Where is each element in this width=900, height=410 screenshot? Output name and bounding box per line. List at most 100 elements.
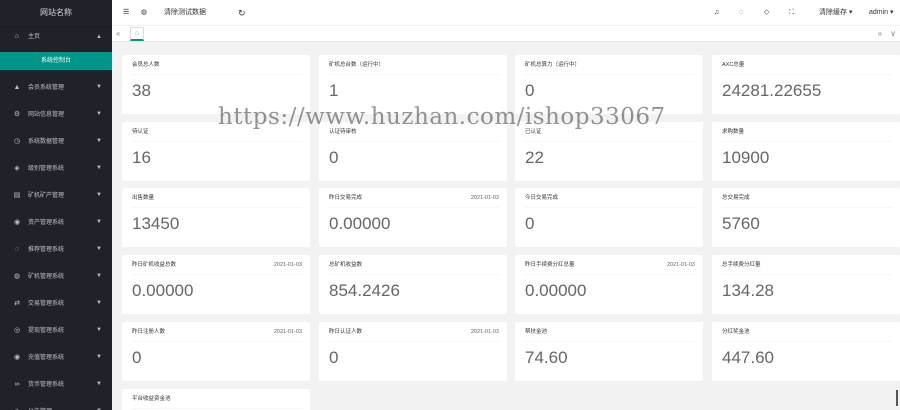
tab-menu-icon[interactable]: ∨ (890, 26, 896, 42)
tab-next-icon[interactable]: » (878, 26, 882, 42)
card-label: 昨日交易完成 (329, 195, 363, 201)
stat-card: 总矿机收益数 854.2426 (319, 255, 507, 314)
card-value: 0 (132, 348, 142, 367)
sidebar-item-icon: ∞ (14, 381, 20, 388)
card-label: 待认证 (132, 129, 149, 135)
tab-prev-icon[interactable]: « (116, 26, 120, 42)
scrollbar[interactable] (896, 390, 898, 406)
caret-down-icon: ▼ (96, 192, 102, 198)
home-icon: ⌂ (14, 33, 20, 40)
sidebar-item-label: 提现管理系统 (28, 328, 65, 334)
tag-icon[interactable]: ◇ (764, 0, 769, 26)
sidebar-item[interactable]: ◍ 矿机管理系统 ▼ (0, 263, 112, 290)
stat-card: 认证待审核 0 (319, 122, 507, 181)
stat-card: 总手续费分红量 134.28 (712, 255, 900, 314)
fullscreen-icon[interactable]: ⛶ (789, 0, 794, 26)
clear-cache-dropdown[interactable]: 清除缓存 ▾ (819, 0, 852, 26)
card-date: 2021-01-03 (273, 262, 302, 268)
sidebar-item-icon: ◷ (13, 138, 21, 145)
card-label: 矿机总台数（运行中） (329, 62, 385, 68)
stat-card: 矿机总算力（运行中） 0 (515, 55, 703, 114)
card-value: 38 (132, 81, 151, 100)
user-menu[interactable]: admin ▾ (869, 0, 894, 26)
sidebar-item-icon: ▤ (13, 192, 21, 199)
sidebar-item-icon: ◌ (14, 246, 20, 253)
stat-card: 帮扶金池 74.60 (515, 322, 703, 381)
menu-toggle-icon[interactable]: ☰ (123, 0, 129, 26)
card-date: 2021-01-03 (470, 329, 499, 335)
card-label: 帮扶金池 (525, 329, 548, 335)
sidebar-item[interactable]: ∞ 货币管理系统 ▼ (0, 371, 112, 398)
clear-test-data-button[interactable]: 清除测试数据 (164, 0, 206, 26)
sidebar-item[interactable]: ◉ 资产管理系统 ▼ (0, 209, 112, 236)
stat-card: 昨日手续费分红总量 2021-01-03 0.00000 (515, 255, 703, 314)
sidebar-subitem-console[interactable]: 系统控制台 (0, 52, 112, 70)
sidebar-item[interactable]: ◌ 推荐管理系统 ▼ (0, 236, 112, 263)
card-header: AXC总量 (722, 55, 892, 75)
card-value: 0.00000 (329, 214, 391, 233)
sidebar-item-label: 矿机管理系统 (28, 274, 65, 280)
tab-home[interactable]: ⌂ (130, 27, 144, 41)
card-date: 2021-01-03 (273, 329, 302, 335)
card-header: 总交易完成 (722, 188, 892, 208)
sidebar-item[interactable]: ◎ 提现管理系统 ▼ (0, 317, 112, 344)
sidebar-item-icon: ⇄ (14, 300, 20, 307)
website-globe-icon[interactable]: ◍ (141, 0, 147, 26)
sidebar-nav-list: ▲ 会员系统管理 ▼ ⚙ 网站信息管理 ▼ ◷ 系统数据管理 ▼ ◈ 级别管理系统 ▼ ▤ 矿机矿产管理 ▼… (0, 74, 112, 410)
card-header: 帮扶金池 (525, 322, 695, 342)
caret-down-icon: ▼ (96, 246, 102, 252)
card-label: 分红奖金池 (722, 329, 750, 335)
sidebar-item-label: 系统数据管理 (28, 139, 65, 145)
sidebar-item[interactable]: ◇公告管理▼ (0, 398, 112, 410)
caret-down-icon: ▼ (96, 398, 102, 410)
stat-card: 总交易完成 5760 (712, 188, 900, 247)
card-header: 昨日认证人数 2021-01-03 (329, 322, 499, 342)
stat-card: 昨日矿机收益总数 2021-01-03 0.00000 (122, 255, 310, 314)
sidebar-item[interactable]: ⚙ 网站信息管理 ▼ (0, 101, 112, 128)
card-header: 总矿机收益数 (329, 255, 499, 275)
card-header: 平台收益资金池 (132, 389, 302, 409)
caret-down-icon: ▼ (96, 111, 102, 117)
refresh-icon[interactable]: ↻ (238, 0, 246, 26)
sidebar-item-icon: ▲ (13, 84, 21, 91)
tab-bar: « ⌂ » ∨ (112, 26, 900, 42)
card-label: 会员总人数 (132, 62, 160, 68)
card-label: 昨日认证人数 (329, 329, 363, 335)
stat-card: AXC总量 24281.22655 (712, 55, 900, 114)
card-value: 5760 (722, 214, 760, 233)
sidebar-item[interactable]: ⇄ 交易管理系统 ▼ (0, 290, 112, 317)
card-value: 22 (525, 148, 544, 167)
sidebar-item-label: 货币管理系统 (28, 382, 65, 388)
sidebar-item[interactable]: ▤ 矿机矿产管理 ▼ (0, 182, 112, 209)
sidebar-item[interactable]: ◉ 充值管理系统 ▼ (0, 344, 112, 371)
top-header: ☰ ◍ 清除测试数据 ↻ ♫ ◌ ◇ ⛶ 清除缓存 ▾ admin ▾ (112, 0, 900, 26)
sidebar-item-home[interactable]: ⌂ 主页 ▲ (0, 26, 112, 48)
stat-card: 矿机总台数（运行中） 1 (319, 55, 507, 114)
sidebar-item[interactable]: ◈ 级别管理系统 ▼ (0, 155, 112, 182)
sidebar-item-label: 会员系统管理 (28, 85, 65, 91)
stat-card: 平台收益资金池 (122, 389, 310, 410)
sidebar-item[interactable]: ◷ 系统数据管理 ▼ (0, 128, 112, 155)
card-value: 24281.22655 (722, 81, 822, 100)
caret-down-icon: ▼ (96, 300, 102, 306)
caret-down-icon: ▼ (96, 354, 102, 360)
caret-down-icon: ▼ (96, 138, 102, 144)
card-header: 矿机总算力（运行中） (525, 55, 695, 75)
bell-icon[interactable]: ♫ (714, 0, 719, 26)
card-value: 854.2426 (329, 281, 400, 300)
stat-card: 今日交易完成 0 (515, 188, 703, 247)
sidebar-item[interactable]: ▲ 会员系统管理 ▼ (0, 74, 112, 101)
sidebar-item-label: 充值管理系统 (28, 355, 65, 361)
stat-card: 昨日交易完成 2021-01-03 0.00000 (319, 188, 507, 247)
stat-card: 求购数量 10900 (712, 122, 900, 181)
home-icon: ⌂ (134, 30, 140, 37)
sidebar-item-icon: ⚙ (13, 111, 21, 118)
card-label: 出售数量 (132, 195, 155, 201)
card-date: 2021-01-03 (666, 262, 695, 268)
sidebar-item-icon: ◍ (13, 273, 21, 280)
caret-down-icon: ▼ (96, 381, 102, 387)
sidebar-item-icon: ◉ (13, 219, 21, 226)
stat-card: 已认证 22 (515, 122, 703, 181)
chat-icon[interactable]: ◌ (739, 0, 743, 26)
card-label: 已认证 (525, 129, 542, 135)
